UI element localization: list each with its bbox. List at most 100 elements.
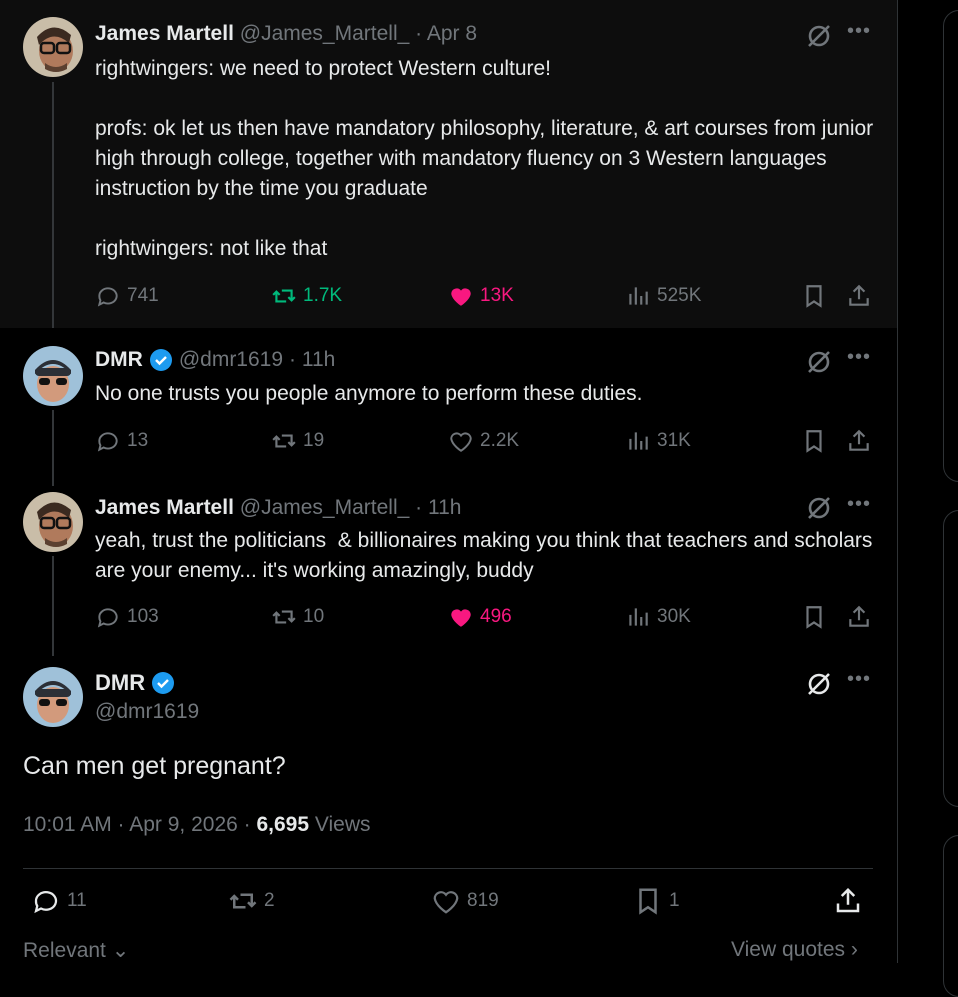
reply-icon (97, 287, 118, 307)
share-icon (849, 429, 869, 451)
reply-count: 103 (127, 606, 159, 627)
avatar-james-martell[interactable] (23, 492, 83, 552)
thread-line (52, 82, 54, 328)
views-icon (629, 432, 648, 450)
reply-button[interactable]: 103 (95, 604, 159, 630)
sort-label: Relevant (23, 939, 106, 962)
repost-count: 2 (264, 890, 275, 911)
bookmark-button[interactable] (801, 428, 827, 454)
sort-dropdown[interactable]: Relevant ⌄ (23, 938, 129, 963)
reply-button[interactable]: 11 (31, 886, 87, 916)
author-handle[interactable]: @James_Martell_ (240, 22, 410, 45)
reply-count: 11 (67, 890, 87, 911)
repost-icon (272, 289, 296, 303)
share-button[interactable] (846, 428, 872, 454)
views-icon (629, 287, 648, 305)
grok-icon[interactable] (805, 670, 833, 698)
main-tweet-actions: 11 2 819 1 (23, 886, 873, 922)
share-icon (836, 887, 860, 913)
views-button[interactable]: 525K (625, 283, 701, 309)
grok-icon[interactable] (805, 22, 833, 50)
tweet-text: yeah, trust the politicians & billionair… (95, 529, 879, 582)
column-border (897, 0, 898, 963)
views-count: 525K (657, 285, 702, 306)
tweet-meta: 10:01 AM · Apr 9, 2026 · 6,695 Views (23, 813, 371, 837)
bookmark-icon (806, 285, 822, 308)
grok-icon[interactable] (805, 494, 833, 522)
like-count: 496 (480, 606, 512, 627)
views-button[interactable]: 31K (625, 428, 691, 454)
share-button[interactable] (846, 604, 872, 630)
view-quotes-label: View quotes (731, 938, 846, 961)
reply-icon (97, 432, 118, 452)
grok-icon[interactable] (805, 348, 833, 376)
author-handle[interactable]: @James_Martell_ (240, 496, 410, 519)
bookmark-button[interactable] (801, 604, 827, 630)
author-name[interactable]: James Martell (95, 496, 234, 519)
views-label: Views (309, 813, 371, 836)
repost-icon (272, 610, 296, 624)
author-name[interactable]: James Martell (95, 22, 234, 45)
repost-button[interactable]: 19 (271, 428, 324, 454)
views-button[interactable]: 30K (625, 604, 691, 630)
author-handle[interactable]: @dmr1619 (95, 700, 199, 724)
share-button[interactable] (833, 886, 863, 916)
heart-icon (433, 891, 459, 914)
heart-filled-icon (451, 609, 471, 627)
timestamp[interactable]: 10:01 AM · Apr 9, 2026 · (23, 813, 256, 836)
like-button[interactable]: 496 (448, 604, 512, 630)
like-count: 819 (467, 890, 499, 911)
like-count: 2.2K (480, 430, 520, 451)
more-icon[interactable]: ••• (847, 20, 871, 43)
reply-count: 13 (127, 430, 149, 451)
thread-line (52, 410, 54, 486)
bookmark-count: 1 (669, 890, 680, 911)
chevron-down-icon: ⌄ (105, 939, 130, 962)
repost-icon (272, 434, 296, 448)
more-icon[interactable]: ••• (847, 346, 871, 369)
bookmark-button[interactable] (801, 283, 827, 309)
sidebar-card (943, 835, 958, 997)
like-button[interactable]: 2.2K (448, 428, 519, 454)
repost-count: 19 (303, 430, 325, 451)
share-button[interactable] (846, 283, 872, 309)
tweet-header: James Martell @James_Martell_ · Apr 8 (95, 22, 477, 46)
tweet-2[interactable]: DMR @dmr1619 · 11h ••• No one trusts you… (0, 328, 897, 486)
views-count: 6,695 (256, 813, 310, 836)
avatar-james-martell[interactable] (23, 17, 83, 77)
main-tweet-header: DMR (95, 670, 175, 696)
more-icon[interactable]: ••• (847, 668, 871, 691)
tweet-actions: 741 1.7K 13K 525K (95, 283, 875, 313)
chevron-right-icon: › (845, 938, 858, 961)
conversation-column: James Martell @James_Martell_ · Apr 8 ••… (0, 0, 897, 963)
author-name[interactable]: DMR (95, 348, 143, 372)
view-quotes-link[interactable]: View quotes › (731, 938, 858, 962)
reply-button[interactable]: 13 (95, 428, 148, 454)
like-button[interactable]: 819 (431, 886, 499, 916)
author-handle[interactable]: @dmr1619 (179, 348, 283, 372)
timestamp[interactable]: · 11h (289, 348, 335, 372)
like-button[interactable]: 13K (448, 283, 514, 309)
reply-icon (97, 608, 118, 628)
avatar-dmr[interactable] (23, 667, 83, 727)
reply-button[interactable]: 741 (95, 283, 159, 309)
verified-badge-icon (152, 672, 175, 694)
repost-button[interactable]: 10 (271, 604, 324, 630)
tweet-header: James Martell @James_Martell_ · 11h (95, 496, 461, 520)
repost-button[interactable]: 1.7K (271, 283, 342, 309)
tweet-actions: 103 10 496 30K (95, 604, 875, 634)
tweet-1[interactable]: James Martell @James_Martell_ · Apr 8 ••… (0, 0, 897, 328)
avatar-dmr[interactable] (23, 346, 83, 406)
reply-icon (34, 891, 58, 914)
views-icon (629, 608, 648, 626)
more-icon[interactable]: ••• (847, 493, 871, 516)
bookmark-button[interactable]: 1 (633, 886, 680, 916)
timestamp[interactable]: · 11h (415, 496, 461, 519)
timestamp[interactable]: · Apr 8 (415, 22, 477, 45)
repost-button[interactable]: 2 (228, 886, 275, 916)
main-tweet-text: Can men get pregnant? (23, 752, 286, 780)
tweet-actions: 13 19 2.2K 31K (95, 428, 875, 458)
heart-filled-icon (451, 288, 471, 306)
tweet-3[interactable]: James Martell @James_Martell_ · 11h ••• … (0, 486, 897, 656)
author-name[interactable]: DMR (95, 670, 145, 696)
